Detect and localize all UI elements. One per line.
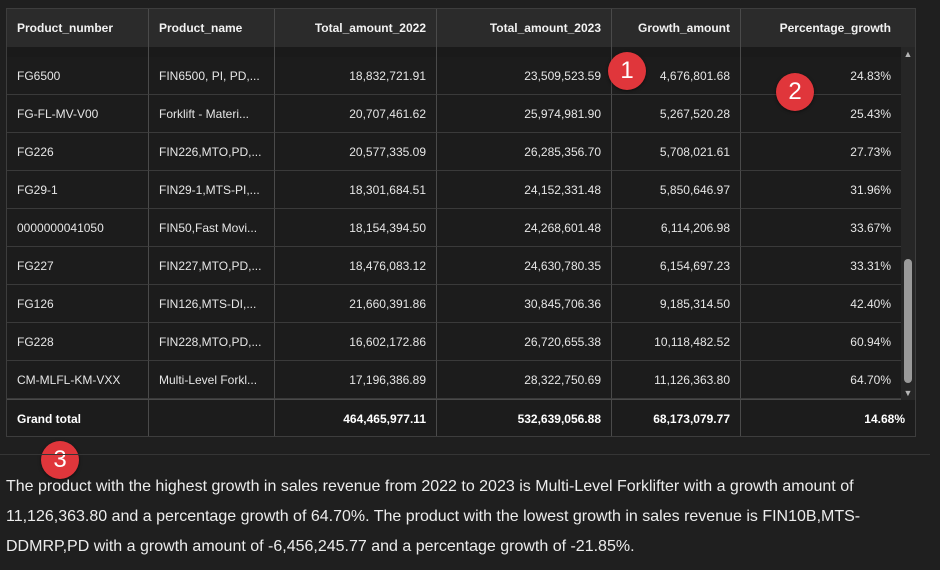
percentage-growth-cell: 24.83% bbox=[741, 57, 915, 95]
total-2023-cell: 24,268,601.48 bbox=[437, 209, 612, 247]
product-name-cell: Multi-Level Forkl... bbox=[149, 361, 275, 399]
table-row[interactable]: FG227 FIN227,MTO,PD,... 18,476,083.12 24,63… bbox=[7, 247, 915, 285]
vertical-scrollbar[interactable]: ▲ ▼ bbox=[901, 47, 915, 400]
table-row[interactable]: CM-MLFL-KM-VXX Multi-Level Forkl... 17,196… bbox=[7, 361, 915, 399]
growth-amount-cell: 6,114,206.98 bbox=[612, 209, 741, 247]
annotation-badge-1: 1 bbox=[608, 52, 646, 90]
percentage-growth-cell: 64.70% bbox=[741, 361, 915, 399]
grand-total-percentage: 14.68% bbox=[741, 399, 915, 436]
grand-total-growth: 68,173,079.77 bbox=[612, 399, 741, 436]
table-row[interactable]: FG228 FIN228,MTO,PD,... 16,602,172.86 26,72… bbox=[7, 323, 915, 361]
product-number-cell: FG226 bbox=[7, 133, 149, 171]
percentage-growth-cell: 25.43% bbox=[741, 95, 915, 133]
annotation-badge-2: 2 bbox=[776, 73, 814, 111]
product-name-cell: FIN126,MTS-DI,... bbox=[149, 285, 275, 323]
growth-amount-cell: 6,154,697.23 bbox=[612, 247, 741, 285]
total-2023-cell: 26,720,655.38 bbox=[437, 323, 612, 361]
table-header: Product_number Product_name Total_amount… bbox=[7, 9, 915, 47]
growth-amount-cell: 9,185,314.50 bbox=[612, 285, 741, 323]
product-name-cell: FIN226,MTO,PD,... bbox=[149, 133, 275, 171]
product-number-cell: FG227 bbox=[7, 247, 149, 285]
table-body: FG6500 FIN6500, PI, PD,... 18,832,721.91 23… bbox=[7, 57, 915, 399]
column-header-product-name[interactable]: Product_name bbox=[149, 9, 275, 47]
total-2022-cell: 18,832,721.91 bbox=[275, 57, 437, 95]
column-header-percentage-growth[interactable]: Percentage_growth bbox=[741, 9, 915, 47]
total-2023-cell: 24,152,331.48 bbox=[437, 171, 612, 209]
percentage-growth-cell: 31.96% bbox=[741, 171, 915, 209]
grand-total-row: Grand total 464,465,977.11 532,639,056.8… bbox=[7, 399, 915, 436]
table-row[interactable]: FG126 FIN126,MTS-DI,... 21,660,391.86 30,84… bbox=[7, 285, 915, 323]
product-name-cell: FIN50,Fast Movi... bbox=[149, 209, 275, 247]
column-header-growth-amount[interactable]: Growth_amount bbox=[612, 9, 741, 47]
total-2023-cell: 23,509,523.59 bbox=[437, 57, 612, 95]
total-2022-cell: 17,196,386.89 bbox=[275, 361, 437, 399]
grand-total-label: Grand total bbox=[7, 399, 149, 436]
scroll-up-icon[interactable]: ▲ bbox=[901, 47, 915, 61]
product-number-cell: FG228 bbox=[7, 323, 149, 361]
grand-total-2023: 532,639,056.88 bbox=[437, 399, 612, 436]
table-row[interactable]: FG226 FIN226,MTO,PD,... 20,577,335.09 26,28… bbox=[7, 133, 915, 171]
product-number-cell: 0000000041050 bbox=[7, 209, 149, 247]
product-number-cell: FG126 bbox=[7, 285, 149, 323]
table-row[interactable]: FG29-1 FIN29-1,MTS-PI,... 18,301,684.51 24,… bbox=[7, 171, 915, 209]
product-number-cell: CM-MLFL-KM-VXX bbox=[7, 361, 149, 399]
percentage-growth-cell: 27.73% bbox=[741, 133, 915, 171]
product-name-cell: FIN228,MTO,PD,... bbox=[149, 323, 275, 361]
data-table: Product_number Product_name Total_amount… bbox=[6, 8, 916, 437]
total-2022-cell: 20,577,335.09 bbox=[275, 133, 437, 171]
product-number-cell: FG29-1 bbox=[7, 171, 149, 209]
product-name-cell: FIN6500, PI, PD,... bbox=[149, 57, 275, 95]
product-number-cell: FG-FL-MV-V00 bbox=[7, 95, 149, 133]
total-2023-cell: 25,974,981.90 bbox=[437, 95, 612, 133]
table-row[interactable]: 0000000041050 FIN50,Fast Movi... 18,154,39… bbox=[7, 209, 915, 247]
product-name-cell: FIN227,MTO,PD,... bbox=[149, 247, 275, 285]
total-2022-cell: 21,660,391.86 bbox=[275, 285, 437, 323]
growth-amount-cell: 11,126,363.80 bbox=[612, 361, 741, 399]
grand-total-name bbox=[149, 399, 275, 436]
percentage-growth-cell: 42.40% bbox=[741, 285, 915, 323]
growth-amount-cell: 5,267,520.28 bbox=[612, 95, 741, 133]
percentage-growth-cell: 60.94% bbox=[741, 323, 915, 361]
column-header-product-number[interactable]: Product_number bbox=[7, 9, 149, 47]
product-number-cell: FG6500 bbox=[7, 57, 149, 95]
grand-total-2022: 464,465,977.11 bbox=[275, 399, 437, 436]
total-2022-cell: 18,301,684.51 bbox=[275, 171, 437, 209]
percentage-growth-cell: 33.31% bbox=[741, 247, 915, 285]
total-2023-cell: 24,630,780.35 bbox=[437, 247, 612, 285]
total-2023-cell: 30,845,706.36 bbox=[437, 285, 612, 323]
product-name-cell: Forklift - Materi... bbox=[149, 95, 275, 133]
table-scroll-gap bbox=[7, 47, 915, 57]
total-2022-cell: 20,707,461.62 bbox=[275, 95, 437, 133]
product-name-cell: FIN29-1,MTS-PI,... bbox=[149, 171, 275, 209]
analysis-summary-text: The product with the highest growth in s… bbox=[6, 478, 861, 555]
section-divider bbox=[0, 454, 930, 455]
growth-amount-cell: 10,118,482.52 bbox=[612, 323, 741, 361]
total-2022-cell: 18,154,394.50 bbox=[275, 209, 437, 247]
percentage-growth-cell: 33.67% bbox=[741, 209, 915, 247]
column-header-total-amount-2022[interactable]: Total_amount_2022 bbox=[275, 9, 437, 47]
total-2022-cell: 18,476,083.12 bbox=[275, 247, 437, 285]
scroll-down-icon[interactable]: ▼ bbox=[901, 386, 915, 400]
growth-amount-cell: 5,850,646.97 bbox=[612, 171, 741, 209]
total-2023-cell: 26,285,356.70 bbox=[437, 133, 612, 171]
total-2023-cell: 28,322,750.69 bbox=[437, 361, 612, 399]
total-2022-cell: 16,602,172.86 bbox=[275, 323, 437, 361]
column-header-total-amount-2023[interactable]: Total_amount_2023 bbox=[437, 9, 612, 47]
growth-amount-cell: 5,708,021.61 bbox=[612, 133, 741, 171]
scrollbar-thumb[interactable] bbox=[904, 259, 912, 383]
